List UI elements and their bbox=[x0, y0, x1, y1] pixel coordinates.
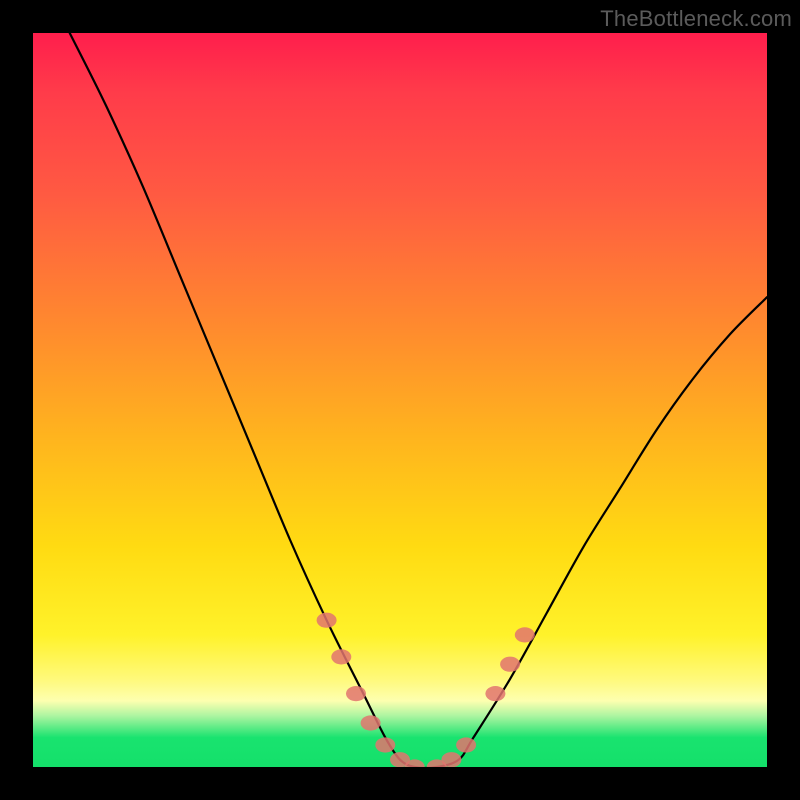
highlight-dot bbox=[441, 752, 461, 767]
highlight-dot bbox=[515, 627, 535, 642]
highlight-dot bbox=[405, 759, 425, 767]
highlight-dot bbox=[375, 737, 395, 752]
highlight-dot bbox=[361, 715, 381, 730]
highlight-dot bbox=[346, 686, 366, 701]
marker-group bbox=[317, 613, 535, 767]
curve-layer bbox=[33, 33, 767, 767]
highlight-dot bbox=[331, 649, 351, 664]
plot-area bbox=[33, 33, 767, 767]
highlight-dot bbox=[427, 759, 447, 767]
highlight-dot bbox=[390, 752, 410, 767]
highlight-dot bbox=[317, 613, 337, 628]
chart-stage: TheBottleneck.com bbox=[0, 0, 800, 800]
bottleneck-curve-path bbox=[70, 33, 767, 767]
watermark-text: TheBottleneck.com bbox=[600, 6, 792, 32]
highlight-dot bbox=[485, 686, 505, 701]
highlight-dot bbox=[456, 737, 476, 752]
highlight-dot bbox=[500, 657, 520, 672]
